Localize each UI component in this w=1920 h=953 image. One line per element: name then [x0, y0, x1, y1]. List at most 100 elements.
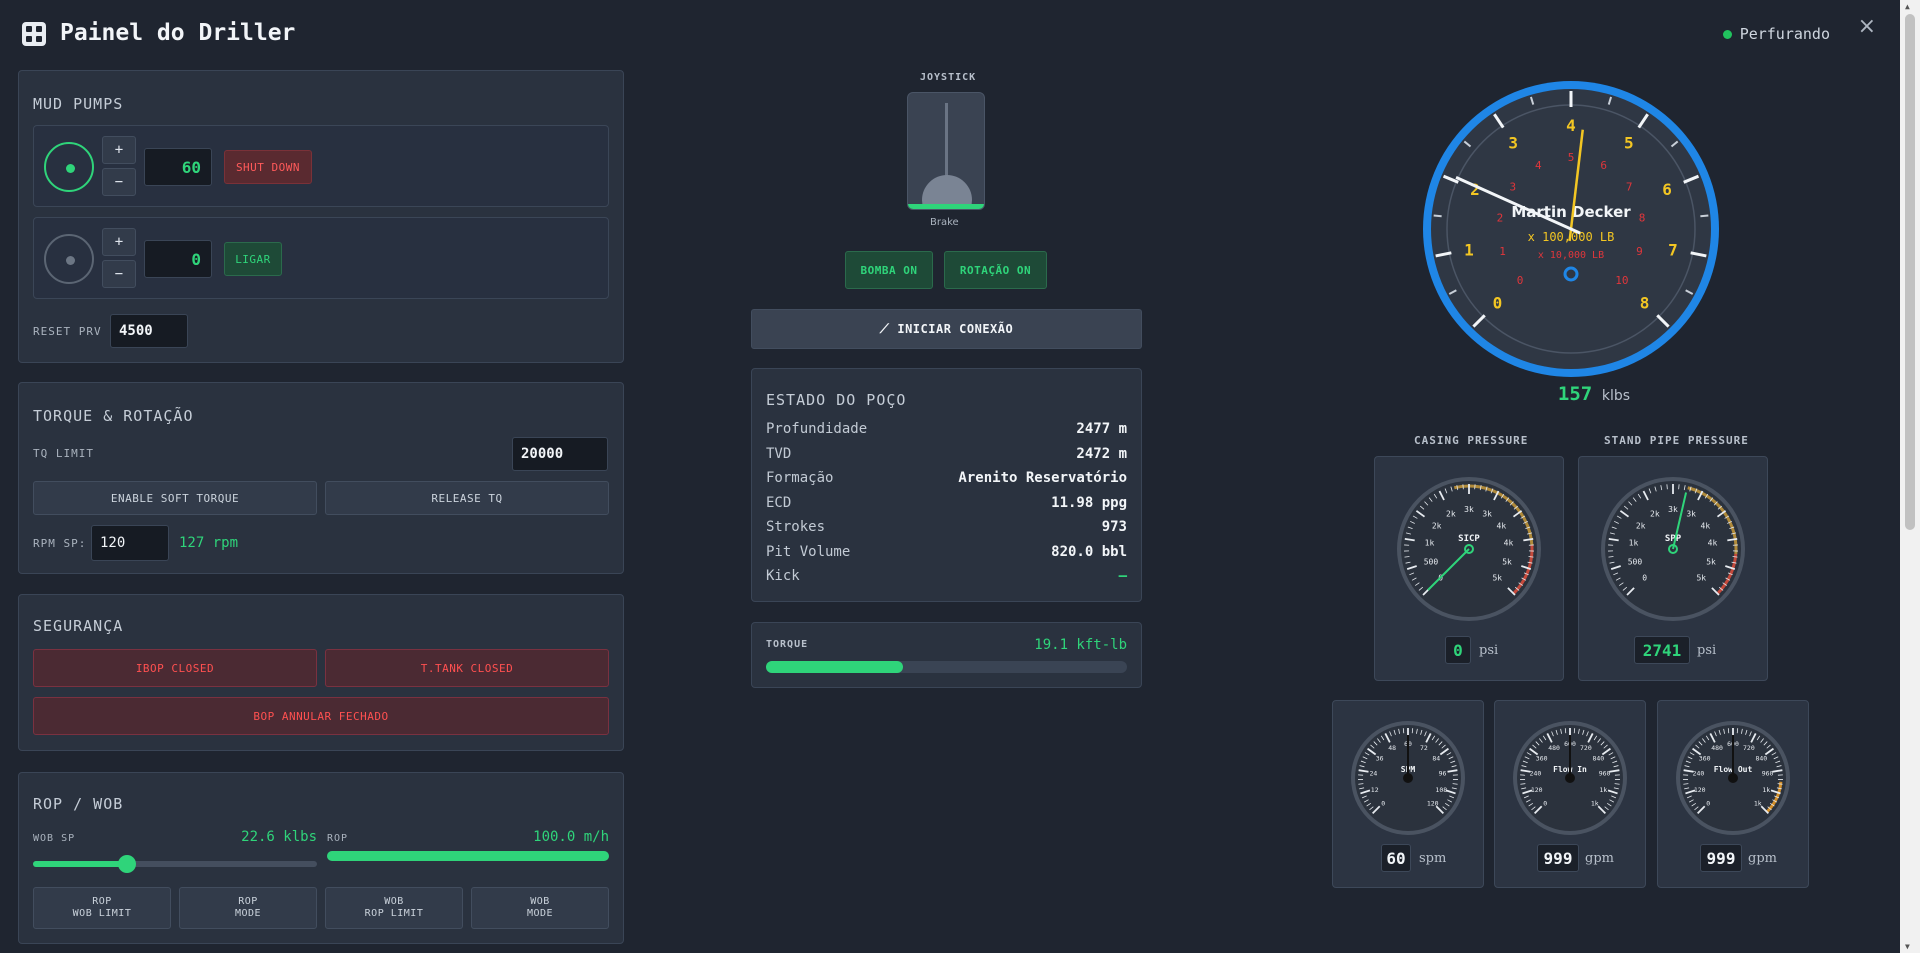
wrench-icon: ⟋	[879, 321, 890, 337]
rop-wob-mode-button[interactable]: WOB ROP LIMIT	[325, 887, 463, 929]
md-inner-tick-label: 3	[1509, 181, 1516, 194]
wob-slider-fill	[33, 861, 127, 867]
gauge-tick-label: 720	[1743, 744, 1755, 752]
gauge-tick-label: 360	[1536, 754, 1548, 762]
status-indicator: Perfurando	[1722, 25, 1830, 43]
rop-wob-mode-button[interactable]: WOB MODE	[471, 887, 609, 929]
gauge-tick-label: 0	[1543, 800, 1547, 808]
estado-title: ESTADO DO POÇO	[766, 391, 907, 409]
rop-wob-panel: ROP / WOB WOB SP 22.6 klbs ROP 100.0 m/h…	[18, 772, 624, 944]
md-inner-tick-label: 1	[1499, 245, 1506, 258]
gauge-tick-label: 3k	[1686, 509, 1696, 518]
estado-row-key: Pit Volume	[766, 543, 851, 560]
button-line-2: ROP LIMIT	[364, 908, 424, 919]
joystick[interactable]	[907, 92, 985, 210]
scroll-up-icon[interactable]: ▲	[1905, 2, 1910, 11]
pump-2-spm-input[interactable]: 0	[144, 240, 212, 278]
button-line-2: MODE	[526, 908, 554, 919]
estado-row-value: Arenito Reservatório	[958, 470, 1127, 486]
flow-in-gauge-panel: 01202403604806007208409601k1kFlow In 999…	[1494, 700, 1646, 888]
wob-sp-label: WOB SP	[33, 833, 76, 844]
bomba-on-button[interactable]: BOMBA ON	[845, 251, 933, 289]
torque-bar-track	[766, 661, 1127, 673]
scrollbar-thumb[interactable]	[1905, 14, 1915, 530]
rop-wob-mode-button[interactable]: ROP WOB LIMIT	[33, 887, 171, 929]
gauge-hub	[1565, 773, 1575, 783]
pump-1-spm-input[interactable]: 60	[144, 148, 212, 186]
gauge-tick-label: 5k	[1492, 573, 1502, 582]
rotacao-on-button[interactable]: ROTAÇÃO ON	[944, 251, 1047, 289]
flow-out-gauge: 01202403604806007208409601k1kFlow Out	[1676, 721, 1790, 835]
estado-row: TVD 2472 m	[766, 446, 1127, 468]
rop-value: 100.0 m/h	[533, 829, 609, 845]
gauge-tick-label: 2k	[1446, 509, 1456, 518]
gauge-tick-label: 1k	[1754, 800, 1762, 808]
md-inner-tick-label: 5	[1568, 151, 1575, 164]
gauge-tick-label: 1k	[1629, 539, 1639, 548]
md-inner-tick-label: 10	[1615, 274, 1628, 287]
ibop-button[interactable]: IBOP CLOSED	[33, 649, 317, 687]
joystick-base	[908, 204, 984, 209]
driller-panel: Painel do Driller Perfurando × ▲ ▼ MUD P…	[0, 0, 1920, 953]
reset-prv-label: RESET PRV	[33, 325, 102, 338]
close-icon[interactable]: ×	[1858, 14, 1876, 39]
pump-1-plus-button[interactable]: +	[102, 136, 136, 164]
rop-label: ROP	[327, 833, 349, 844]
pump-1-minus-button[interactable]: −	[102, 168, 136, 196]
bop-annular-button[interactable]: BOP ANNULAR FECHADO	[33, 697, 609, 735]
flow-out-value: 999	[1700, 844, 1742, 872]
gauge-tick-label: 84	[1432, 754, 1440, 762]
dice-icon	[22, 22, 46, 46]
tq-limit-label: TQ LIMIT	[33, 447, 94, 460]
gauge-tick-label: 3k	[1668, 505, 1678, 514]
rop-wob-mode-button[interactable]: ROP MODE	[179, 887, 317, 929]
torque-bar-panel: TORQUE 19.1 kft-lb	[751, 622, 1142, 688]
button-line-2: MODE	[234, 908, 262, 919]
seguranca-title: SEGURANÇA	[33, 617, 124, 635]
estado-poco-panel: ESTADO DO POÇO Profundidade 2477 m TVD 2472…	[751, 368, 1142, 602]
wob-slider-thumb[interactable]	[117, 855, 136, 873]
gauge-tick-label: 2k	[1636, 521, 1646, 530]
joystick-label: JOYSTICK	[920, 72, 977, 83]
gauge-tick-label: 4k	[1701, 521, 1711, 530]
gauge-tick-label: 1k	[1762, 786, 1770, 794]
pump-1-shutdown-button[interactable]: SHUT DOWN	[224, 150, 312, 184]
brake-label: Brake	[930, 217, 959, 228]
md-inner-tick-label: 9	[1636, 245, 1643, 258]
md-scale-2: x 10,000 LB	[1538, 250, 1604, 261]
torque-title: TORQUE & ROTAÇÃO	[33, 407, 194, 425]
rpm-sp-input[interactable]: 120	[91, 525, 169, 561]
rop-bar-track	[327, 851, 609, 861]
gauge-tick-label: 240	[1530, 770, 1542, 778]
gauge-tick-label: 0	[1706, 800, 1710, 808]
gauge-tick-label: 720	[1580, 744, 1592, 752]
pump-2-minus-button[interactable]: −	[102, 260, 136, 288]
estado-row-key: Profundidade	[766, 421, 868, 437]
weight-value: 157	[1557, 383, 1593, 405]
flow-in-gauge: 01202403604806007208409601k1kFlow In	[1513, 721, 1627, 835]
pump-2-plus-button[interactable]: +	[102, 228, 136, 256]
iniciar-conexao-button[interactable]: ⟋ INICIAR CONEXÃO	[751, 309, 1142, 349]
gauge-tick-label: 3k	[1464, 505, 1474, 514]
enable-soft-torque-button[interactable]: ENABLE SOFT TORQUE	[33, 481, 317, 515]
estado-row-value: 820.0 bbl	[1051, 543, 1127, 560]
release-tq-button[interactable]: RELEASE TQ	[325, 481, 609, 515]
spm-value: 60	[1381, 844, 1411, 872]
standpipe-unit: psi	[1697, 643, 1717, 658]
pump-2-ligar-button[interactable]: LIGAR	[224, 242, 282, 276]
mud-pumps-title: MUD PUMPS	[33, 95, 124, 113]
ttank-button[interactable]: T.TANK CLOSED	[325, 649, 609, 687]
gauge-tick-label: 48	[1388, 744, 1396, 752]
md-inner-tick-label: 4	[1535, 159, 1542, 172]
reset-prv-input[interactable]: 4500	[110, 314, 188, 348]
scrollbar[interactable]: ▲ ▼	[1900, 0, 1920, 953]
gauge-tick-label: 2k	[1432, 521, 1442, 530]
scroll-down-icon[interactable]: ▼	[1905, 942, 1910, 951]
button-line-1: WOB	[384, 896, 404, 907]
estado-row-key: TVD	[766, 445, 792, 462]
torque-bar-value: 19.1 kft-lb	[1034, 637, 1127, 653]
wob-slider-track[interactable]	[33, 855, 317, 873]
gauge-tick-label: 120	[1694, 786, 1706, 794]
status-text: Perfurando	[1739, 25, 1830, 43]
tq-limit-input[interactable]: 20000	[512, 437, 608, 471]
